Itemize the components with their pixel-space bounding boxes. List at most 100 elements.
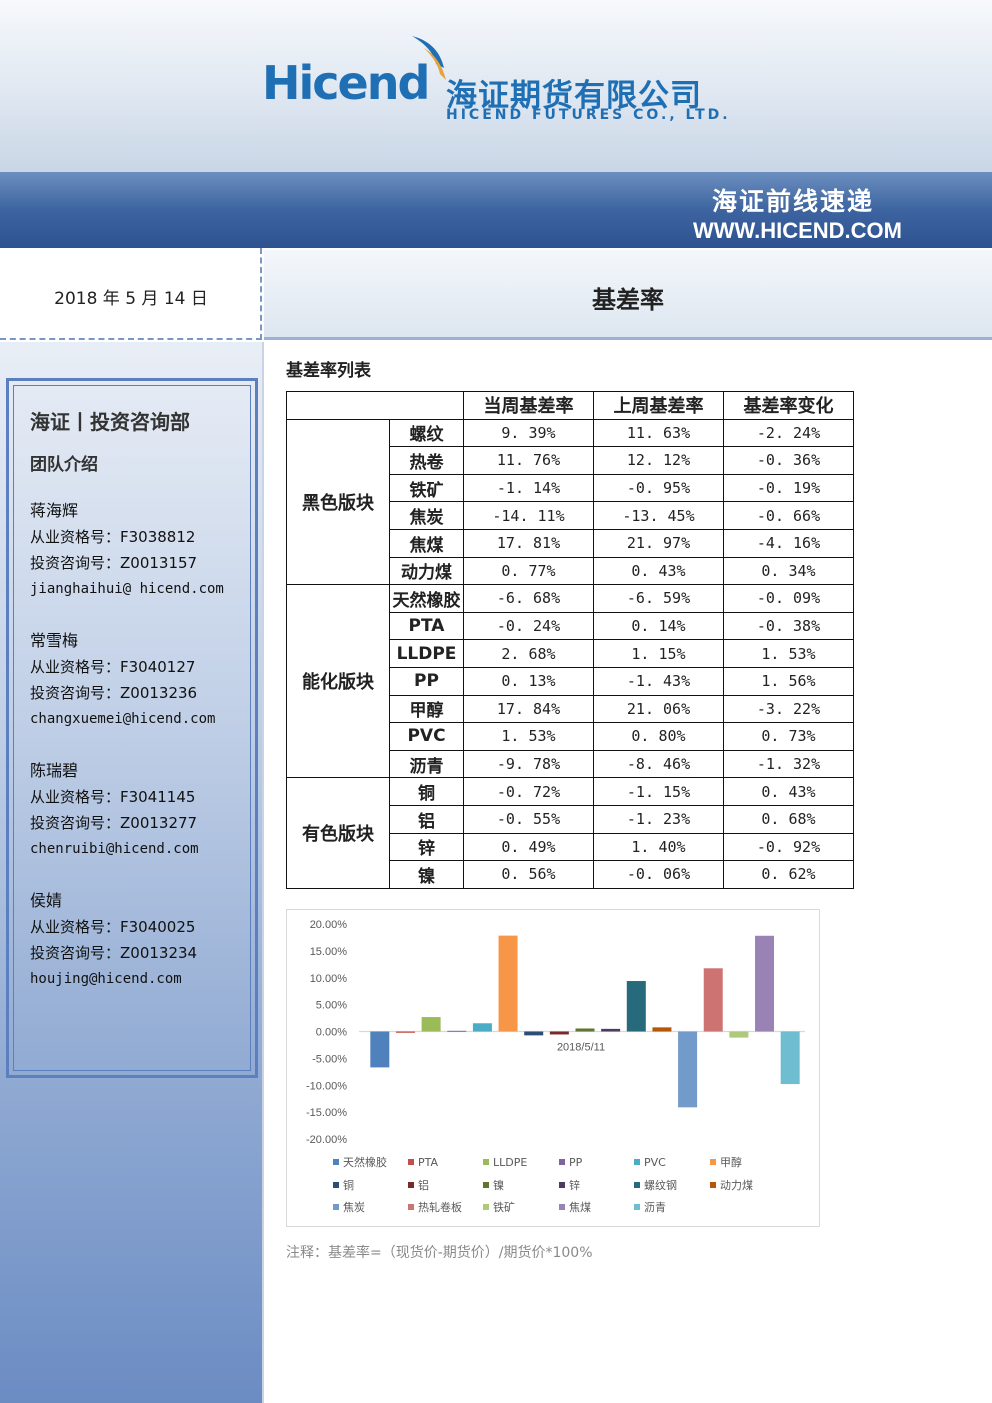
bar-8 — [549, 1031, 569, 1035]
member-email[interactable]: jianghaihui@ hicend.com — [30, 576, 224, 602]
rate-change: 1. 53% — [723, 639, 854, 668]
commodity-name: LLDPE — [389, 639, 464, 668]
team-heading: 团队介绍 — [30, 455, 98, 475]
previous-rate: -0. 95% — [593, 473, 724, 503]
y-tick-label: -20.00% — [306, 1134, 347, 1146]
current-rate: 0. 13% — [463, 666, 594, 696]
commodity-name: 螺纹 — [389, 418, 464, 448]
bar-17 — [780, 1031, 800, 1085]
bar-1 — [370, 1031, 390, 1068]
team-card: 海证丨投资咨询部 团队介绍 蒋海辉 从业资格号：F3038812 投资咨询号：Z… — [6, 378, 258, 1078]
commodity-name: 铁矿 — [389, 473, 464, 503]
current-rate: -0. 72% — [463, 777, 594, 806]
team-member: 侯婧 从业资格号：F3040025 投资咨询号：Z0013234 houjing… — [30, 888, 197, 992]
divider — [262, 342, 264, 1403]
legend-label: 热轧卷板 — [418, 1200, 462, 1214]
logo-latin-text: Hicend — [262, 56, 430, 110]
legend-swatch — [710, 1159, 716, 1165]
rate-change: 0. 73% — [723, 722, 854, 751]
legend-swatch — [559, 1204, 565, 1210]
current-rate: 9. 39% — [463, 418, 594, 448]
legend-label: PVC — [644, 1156, 666, 1169]
current-rate: -1. 14% — [463, 473, 594, 503]
page-title: 基差率 — [592, 286, 664, 314]
rate-change: -0. 09% — [723, 584, 854, 613]
current-rate: 2. 68% — [463, 639, 594, 668]
bar-12 — [652, 1027, 672, 1032]
member-name: 常雪梅 — [30, 631, 79, 650]
current-rate: -14. 11% — [463, 501, 594, 530]
team-member: 蒋海辉 从业资格号：F3038812 投资咨询号：Z0013157 jiangh… — [30, 498, 224, 602]
rate-change: -3. 22% — [723, 694, 854, 724]
previous-rate: 21. 97% — [593, 528, 724, 558]
header-bar: 海证前线速递 WWW.HICEND.COM — [0, 172, 992, 248]
sector-label: 能化版块 — [286, 584, 390, 779]
bar-13 — [678, 1031, 698, 1108]
commodity-name: 沥青 — [389, 749, 464, 779]
page-header: Hicend 海证期货有限公司 HICEND FUTURES CO., LTD. — [0, 0, 992, 172]
logo-swoosh-icon — [412, 36, 446, 80]
legend-swatch — [333, 1182, 339, 1188]
legend-swatch — [634, 1182, 640, 1188]
company-logo: Hicend 海证期货有限公司 HICEND FUTURES CO., LTD. — [262, 34, 732, 134]
previous-rate: -8. 46% — [593, 749, 724, 779]
previous-rate: -1. 15% — [593, 777, 724, 806]
header-previous: 上周基差率 — [593, 391, 724, 420]
member-invest-id: 投资咨询号：Z0013236 — [30, 684, 198, 702]
commodity-name: 锌 — [389, 832, 464, 862]
legend-label: 焦炭 — [343, 1201, 365, 1214]
member-email[interactable]: chenruibi@hicend.com — [30, 836, 199, 862]
current-rate: 0. 49% — [463, 832, 594, 862]
legend-swatch — [483, 1182, 489, 1188]
previous-rate: -1. 23% — [593, 804, 724, 834]
rate-change: -0. 38% — [723, 611, 854, 641]
legend-label: 铝 — [418, 1178, 429, 1192]
legend-label: LLDPE — [493, 1156, 527, 1169]
previous-rate: -6. 59% — [593, 584, 724, 613]
legend-swatch — [408, 1204, 414, 1210]
current-rate: 11. 76% — [463, 446, 594, 475]
table-section-title: 基差率列表 — [286, 361, 371, 381]
legend-label: 沥青 — [644, 1201, 666, 1214]
footnote: 注释：基差率=（现货价-期货价）/期货价*100% — [286, 1245, 593, 1261]
member-qualification: 从业资格号：F3040025 — [30, 918, 196, 936]
rate-change: -0. 36% — [723, 446, 854, 475]
y-tick-label: 5.00% — [316, 1000, 347, 1012]
header-current: 当周基差率 — [463, 391, 594, 420]
commodity-name: 动力煤 — [389, 556, 464, 586]
rate-change: -1. 32% — [723, 749, 854, 779]
team-member: 陈瑞碧 从业资格号：F3041145 投资咨询号：Z0013277 chenru… — [30, 758, 199, 862]
table-row: 能化版块 天然橡胶 -6. 68% -6. 59% -0. 09% — [286, 584, 854, 779]
previous-rate: -13. 45% — [593, 501, 724, 530]
bar-15 — [729, 1031, 749, 1038]
bar-10 — [601, 1028, 621, 1032]
member-qualification: 从业资格号：F3041145 — [30, 788, 196, 806]
current-rate: 1. 53% — [463, 722, 594, 751]
current-rate: 17. 84% — [463, 694, 594, 724]
legend-swatch — [710, 1182, 716, 1188]
current-rate: 0. 56% — [463, 860, 594, 889]
legend-swatch — [483, 1204, 489, 1210]
member-name: 陈瑞碧 — [30, 761, 79, 780]
table-header-row: 当周基差率 上周基差率 基差率变化 — [286, 391, 854, 420]
current-rate: -6. 68% — [463, 584, 594, 613]
sidebar: 海证丨投资咨询部 团队介绍 蒋海辉 从业资格号：F3038812 投资咨询号：Z… — [0, 342, 264, 1403]
department-name: 海证丨投资咨询部 — [30, 410, 190, 434]
previous-rate: -0. 06% — [593, 860, 724, 889]
commodity-name: 热卷 — [389, 446, 464, 475]
basis-rate-table: 当周基差率 上周基差率 基差率变化 黑色版块 螺纹 9. 39% 11. 63% -2.… — [286, 391, 854, 889]
website-url: WWW.HICEND.COM — [693, 218, 902, 243]
table-row: 黑色版块 螺纹 9. 39% 11. 63% -2. 24% — [286, 418, 854, 586]
legend-swatch — [333, 1204, 339, 1210]
member-email[interactable]: houjing@hicend.com — [30, 966, 197, 992]
commodity-name: PVC — [389, 722, 464, 751]
previous-rate: 11. 63% — [593, 418, 724, 448]
date-box: 2018 年 5 月 14 日 — [0, 248, 262, 340]
legend-swatch — [559, 1182, 565, 1188]
y-tick-label: -5.00% — [312, 1053, 347, 1065]
y-tick-label: 20.00% — [310, 919, 348, 931]
legend-label: 天然橡胶 — [343, 1155, 387, 1169]
team-member: 常雪梅 从业资格号：F3040127 投资咨询号：Z0013236 changx… — [30, 628, 215, 732]
member-email[interactable]: changxuemei@hicend.com — [30, 706, 215, 732]
legend-swatch — [634, 1159, 640, 1165]
